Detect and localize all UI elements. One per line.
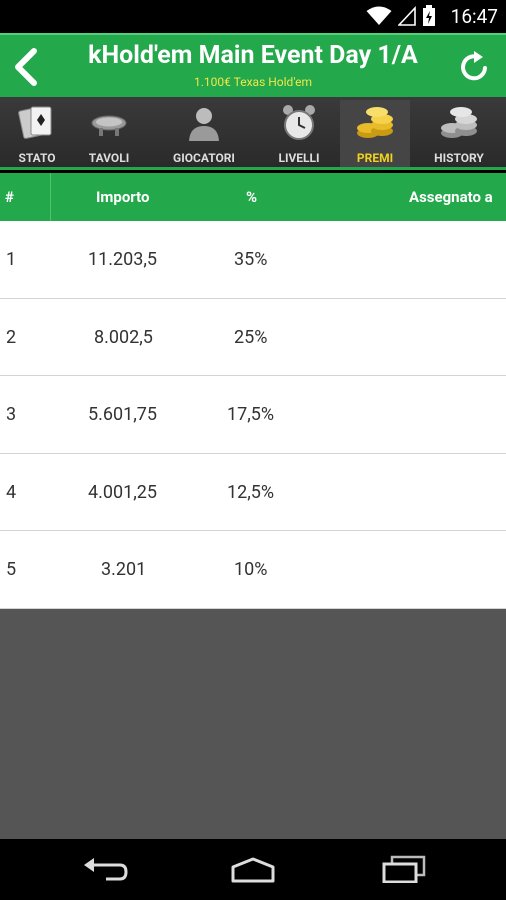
- tab-history[interactable]: HISTORY: [423, 100, 495, 167]
- battery-icon: [423, 5, 435, 26]
- table-header: # Importo % Assegnato a: [0, 173, 506, 221]
- tab-bar: STATO TAVOLI GIOCATORI LIVELLI PREMI HIS…: [0, 97, 506, 170]
- status-time: 16:47: [450, 5, 498, 28]
- tab-label: LIVELLI: [278, 151, 320, 165]
- status-icons: [366, 4, 436, 28]
- tab-premi[interactable]: PREMI: [340, 100, 410, 167]
- back-arrow-icon[interactable]: [8, 47, 44, 87]
- page-subtitle: 1.100€ Texas Hold'em: [194, 75, 312, 89]
- cards-icon: [18, 106, 52, 139]
- cell-percent: 25%: [234, 326, 268, 348]
- tab-label: STATO: [18, 151, 56, 165]
- cell-amount: 4.001,25: [88, 481, 157, 503]
- cell-percent: 10%: [234, 559, 268, 581]
- header-divider: [50, 173, 51, 221]
- cell-amount: 8.002,5: [94, 326, 153, 348]
- tab-label: PREMI: [356, 151, 394, 165]
- tab-label: GIOCATORI: [173, 151, 235, 165]
- table-row: 1 11.203,5 35%: [0, 221, 506, 299]
- cell-amount: 3.201: [101, 559, 147, 581]
- cell-rank: 2: [6, 326, 17, 348]
- cell-rank: 4: [6, 481, 17, 503]
- table-row: 4 4.001,25 12,5%: [0, 454, 506, 532]
- tab-label: HISTORY: [434, 151, 484, 165]
- tab-giocatori[interactable]: GIOCATORI: [168, 100, 240, 167]
- cell-rank: 1: [6, 249, 17, 270]
- table-row: 3 5.601,75 17,5%: [0, 376, 506, 454]
- player-icon: [189, 108, 219, 141]
- tab-stato[interactable]: STATO: [1, 100, 73, 167]
- cell-percent: 17,5%: [227, 404, 275, 426]
- system-nav-bar: [0, 839, 506, 900]
- table-row: 5 3.201 10%: [0, 531, 506, 609]
- table-icon: [91, 115, 127, 136]
- prize-table: 1 11.203,5 35% 2 8.002,5 25% 3 5.601,75 …: [0, 221, 506, 609]
- tab-livelli[interactable]: LIVELLI: [263, 100, 335, 167]
- back-icon[interactable]: [80, 855, 128, 883]
- home-icon[interactable]: [229, 855, 277, 883]
- column-header-assigned: Assegnato a: [409, 188, 493, 206]
- refresh-icon[interactable]: [458, 48, 492, 84]
- page-title: kHold'em Main Event Day 1/A: [88, 41, 418, 70]
- column-header-rank: #: [5, 188, 14, 206]
- silver-coins-icon: [441, 107, 477, 138]
- tab-label: TAVOLI: [88, 151, 130, 165]
- cell-rank: 3: [6, 404, 17, 426]
- cell-percent: 12,5%: [227, 481, 275, 503]
- wifi-icon: [366, 6, 392, 25]
- clock-icon: [283, 105, 315, 140]
- cell-amount: 5.601,75: [88, 404, 157, 426]
- cell-rank: 5: [6, 559, 17, 581]
- status-bar: 16:47: [0, 0, 506, 33]
- empty-area: [0, 609, 506, 839]
- tab-tavoli[interactable]: TAVOLI: [73, 100, 145, 167]
- cell-percent: 35%: [234, 249, 268, 270]
- gold-coins-icon: [357, 107, 393, 138]
- column-header-percent: %: [246, 188, 258, 206]
- signal-icon: [398, 6, 416, 26]
- cell-amount: 11.203,5: [88, 249, 157, 270]
- column-header-amount: Importo: [96, 188, 150, 206]
- recent-apps-icon[interactable]: [380, 855, 428, 883]
- table-row: 2 8.002,5 25%: [0, 299, 506, 377]
- app-bar: kHold'em Main Event Day 1/A 1.100€ Texas…: [0, 33, 506, 97]
